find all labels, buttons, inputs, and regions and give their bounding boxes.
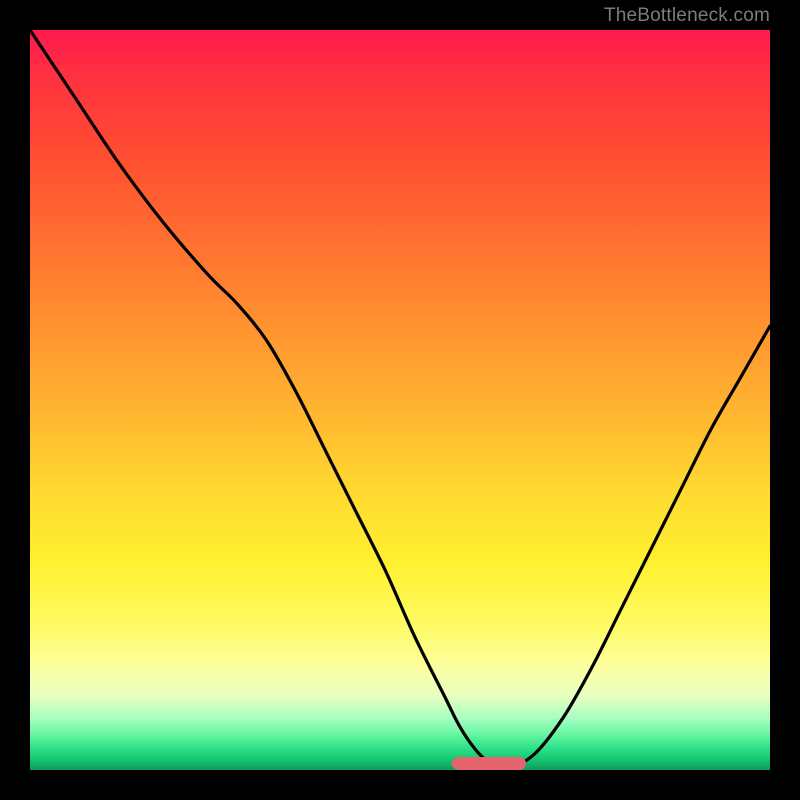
- plot-area: [30, 30, 770, 770]
- watermark-text: TheBottleneck.com: [604, 5, 770, 27]
- optimal-range-marker: [452, 757, 526, 770]
- bottleneck-curve: [30, 30, 770, 770]
- chart-frame: TheBottleneck.com: [0, 0, 800, 800]
